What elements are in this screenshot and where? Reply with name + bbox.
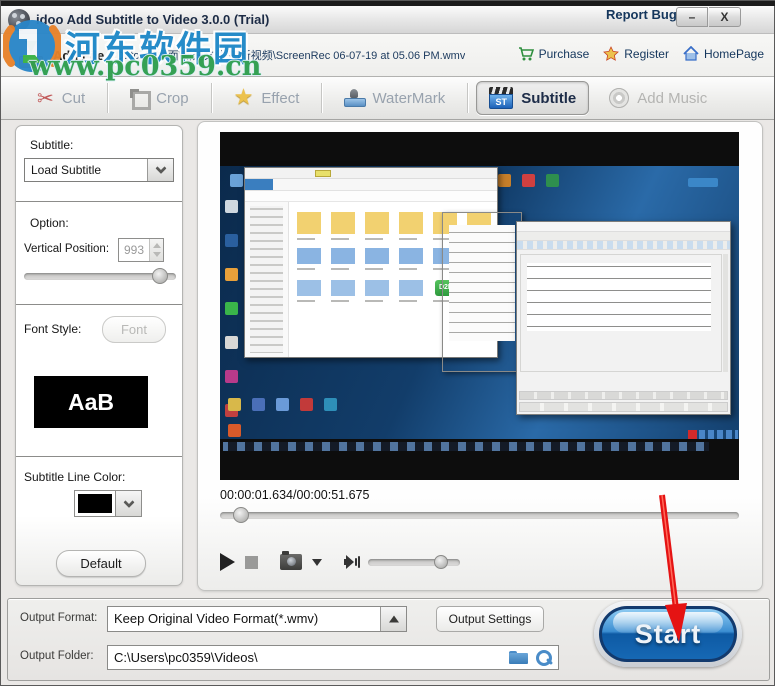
volume-slider[interactable] bbox=[368, 554, 460, 569]
add-file-button[interactable]: Add File bbox=[53, 48, 104, 63]
window-title: idoo Add Subtitle to Video 3.0.0 (Trial) bbox=[36, 12, 270, 27]
video-desktop-icon bbox=[225, 302, 238, 315]
video-desktop-icon bbox=[225, 268, 238, 281]
divider bbox=[16, 304, 182, 305]
add-file-icon bbox=[17, 41, 45, 69]
chevron-down-icon[interactable] bbox=[116, 490, 142, 517]
output-format-label: Output Format: bbox=[20, 612, 98, 624]
line-color-picker[interactable] bbox=[74, 490, 142, 517]
stop-button[interactable] bbox=[245, 555, 258, 569]
video-frame: D2N N2D bbox=[220, 132, 739, 480]
font-style-label: Font Style: bbox=[24, 322, 82, 336]
video-taskbar bbox=[220, 439, 739, 454]
output-folder-label: Output Folder: bbox=[20, 650, 94, 662]
divider bbox=[16, 201, 182, 202]
folder-browse-icon[interactable] bbox=[509, 651, 528, 664]
toolbar-separator bbox=[467, 83, 469, 113]
register-button[interactable]: Register bbox=[603, 46, 669, 62]
vertical-position-stepper[interactable]: 993 bbox=[118, 238, 164, 262]
time-display: 00:00:01.634/00:00:51.675 bbox=[220, 488, 370, 502]
option-section-label: Option: bbox=[30, 216, 69, 230]
seek-thumb[interactable] bbox=[232, 507, 249, 523]
crop-icon bbox=[130, 89, 152, 110]
subtitle-line-color-label: Subtitle Line Color: bbox=[24, 470, 126, 484]
load-subtitle-dropdown[interactable]: Load Subtitle bbox=[24, 158, 174, 182]
play-button[interactable] bbox=[220, 553, 235, 571]
video-desktop-icon bbox=[324, 398, 337, 411]
toolbar-separator bbox=[321, 83, 323, 113]
app-icon bbox=[8, 8, 30, 31]
edit-toolbar: ✂ Cut Crop ★ Effect WaterMark ST Subtitl… bbox=[1, 77, 774, 120]
home-icon bbox=[683, 46, 699, 61]
homepage-button[interactable]: HomePage bbox=[683, 46, 764, 62]
scissors-icon: ✂ bbox=[37, 86, 54, 110]
search-icon[interactable] bbox=[536, 649, 552, 666]
divider bbox=[16, 456, 182, 457]
minimize-button[interactable]: – bbox=[676, 7, 708, 27]
subtitle-section-label: Subtitle: bbox=[30, 138, 74, 152]
video-desktop-icon bbox=[498, 174, 511, 187]
app-window: idoo Add Subtitle to Video 3.0.0 (Trial)… bbox=[0, 0, 775, 686]
music-disc-icon bbox=[609, 88, 630, 108]
stamp-icon bbox=[344, 89, 367, 107]
video-desktop-icon bbox=[228, 398, 241, 411]
purchase-button[interactable]: Purchase bbox=[518, 46, 589, 62]
vertical-position-label: Vertical Position: bbox=[24, 243, 110, 255]
tab-cut[interactable]: ✂ Cut bbox=[23, 84, 99, 112]
snapshot-camera-icon[interactable] bbox=[280, 551, 302, 570]
video-corner-badge bbox=[688, 430, 738, 439]
tab-subtitle[interactable]: ST Subtitle bbox=[476, 81, 590, 115]
toolbar-separator bbox=[107, 83, 109, 113]
output-folder-field[interactable]: C:\Users\pc0359\Videos\ bbox=[107, 645, 559, 670]
close-button[interactable]: X bbox=[709, 7, 741, 27]
video-desktop-icon bbox=[225, 200, 238, 213]
tab-add-music[interactable]: Add Music bbox=[595, 84, 721, 112]
dropdown-arrow-icon[interactable] bbox=[380, 607, 406, 631]
subtitle-settings-panel: Subtitle: Load Subtitle Option: Vertical… bbox=[15, 125, 183, 586]
report-bugs-link[interactable]: Report Bugs bbox=[606, 7, 684, 22]
video-desktop-icon bbox=[546, 174, 559, 187]
star-icon bbox=[603, 46, 620, 61]
output-format-dropdown[interactable]: Keep Original Video Format(*.wmv) bbox=[107, 606, 407, 632]
vertical-position-slider[interactable] bbox=[24, 268, 176, 284]
clapperboard-icon: ST bbox=[489, 87, 514, 109]
output-settings-button[interactable]: Output Settings bbox=[436, 606, 544, 632]
stepper-arrows-icon[interactable] bbox=[149, 239, 163, 261]
video-preview-panel: D2N N2D 00:00:01.634/00:00:51.675 bbox=[197, 121, 763, 591]
video-desktop-icon bbox=[300, 398, 313, 411]
default-button[interactable]: Default bbox=[56, 550, 146, 577]
start-button[interactable]: Start bbox=[594, 601, 742, 667]
player-controls bbox=[220, 547, 460, 577]
video-desktop-icon bbox=[688, 178, 718, 187]
video-desktop-icon bbox=[225, 234, 238, 247]
volume-thumb[interactable] bbox=[434, 554, 449, 569]
font-preview-box: AaB bbox=[34, 376, 148, 428]
color-swatch[interactable] bbox=[74, 490, 116, 517]
toolbar-separator bbox=[210, 83, 212, 113]
font-button[interactable]: Font bbox=[102, 316, 166, 343]
volume-icon[interactable] bbox=[344, 555, 360, 569]
video-background-window bbox=[442, 212, 522, 372]
video-desktop-icon bbox=[276, 398, 289, 411]
video-desktop-icon bbox=[522, 174, 535, 187]
tab-watermark[interactable]: WaterMark bbox=[330, 85, 459, 111]
tab-effect[interactable]: ★ Effect bbox=[220, 83, 314, 113]
video-desktop-icon bbox=[225, 370, 238, 383]
video-desktop-icon bbox=[225, 336, 238, 349]
snapshot-menu-caret-icon[interactable] bbox=[312, 558, 322, 566]
seek-bar[interactable] bbox=[220, 507, 739, 523]
video-desktop-icon bbox=[228, 424, 241, 437]
slider-thumb[interactable] bbox=[151, 268, 168, 284]
cart-icon bbox=[518, 47, 534, 61]
video-desktop-icon bbox=[252, 398, 265, 411]
video-letterbox bbox=[220, 454, 739, 480]
chevron-down-icon[interactable] bbox=[147, 159, 173, 181]
star-effect-icon: ★ bbox=[233, 85, 254, 110]
video-desktop-icon bbox=[230, 174, 243, 187]
video-editor-window bbox=[516, 221, 731, 415]
loaded-file-path: D:\tools\桌面\新建文件夹\新视频\ScreenRec 06-07-19… bbox=[116, 50, 466, 62]
tab-crop[interactable]: Crop bbox=[116, 85, 203, 111]
